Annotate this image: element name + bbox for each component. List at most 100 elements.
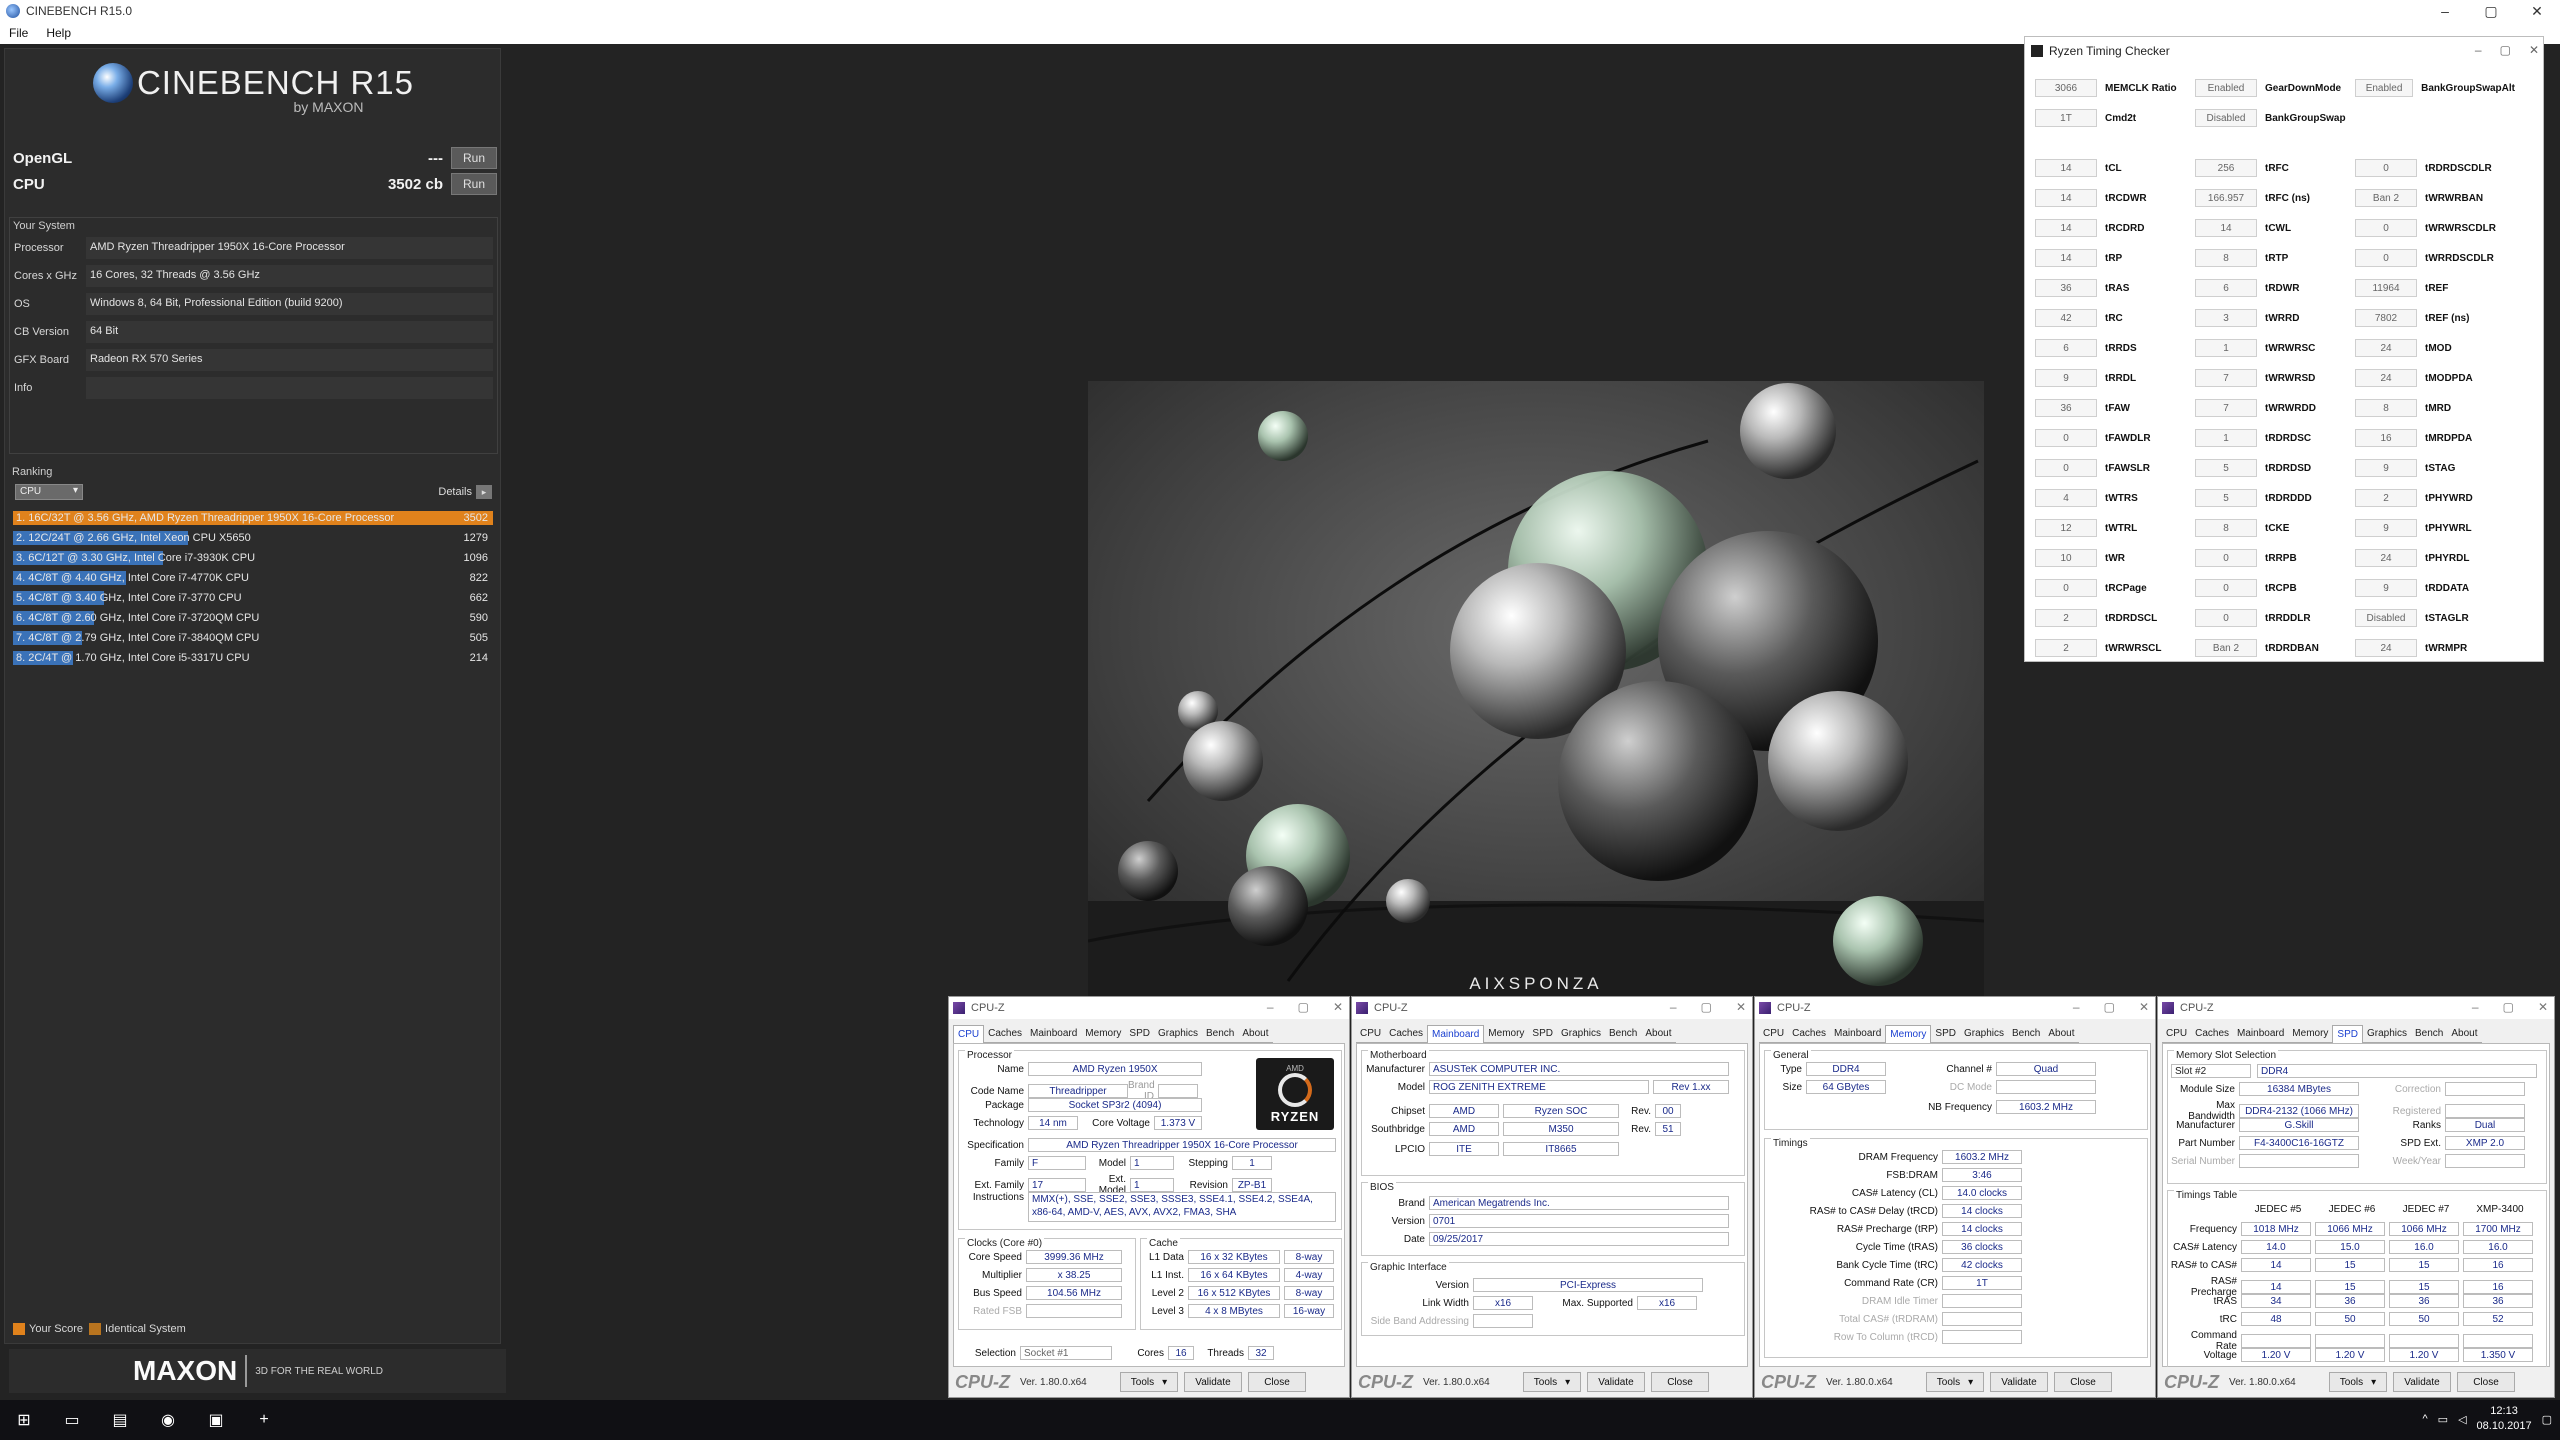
- close-button[interactable]: Close: [2054, 1372, 2112, 1392]
- tab-memory[interactable]: Memory: [2288, 1025, 2333, 1043]
- tab-graphics[interactable]: Graphics: [1153, 1025, 1202, 1043]
- cpu-run-button[interactable]: Run: [451, 173, 497, 195]
- tab-cpu[interactable]: CPU: [1356, 1025, 1386, 1043]
- tab-spd[interactable]: SPD: [1528, 1025, 1557, 1043]
- tab-memory[interactable]: Memory: [1484, 1025, 1529, 1043]
- tab-bench[interactable]: Bench: [2008, 1025, 2045, 1043]
- cinebench-taskbar-icon[interactable]: ◉: [144, 1400, 192, 1440]
- tab-mainboard[interactable]: Mainboard: [1026, 1025, 1082, 1043]
- menu-file[interactable]: File: [0, 26, 37, 40]
- tab-mainboard[interactable]: Mainboard: [2233, 1025, 2289, 1043]
- cpuz-taskbar-icon[interactable]: ▣: [192, 1400, 240, 1440]
- rtc-close-icon[interactable]: ✕: [2529, 43, 2539, 57]
- tools-button[interactable]: Tools ▾: [1523, 1372, 1581, 1392]
- cpuz-close-icon[interactable]: ✕: [2139, 1000, 2149, 1014]
- ranking-item[interactable]: 1. 16C/32T @ 3.56 GHz, AMD Ryzen Threadr…: [13, 508, 494, 528]
- tab-graphics[interactable]: Graphics: [1556, 1025, 1605, 1043]
- tab-bench[interactable]: Bench: [1202, 1025, 1239, 1043]
- minimize-icon[interactable]: –: [2422, 0, 2468, 22]
- tab-bench[interactable]: Bench: [2411, 1025, 2448, 1043]
- validate-button[interactable]: Validate: [1184, 1372, 1242, 1392]
- cpuz-minimize-icon[interactable]: –: [1267, 1000, 1274, 1014]
- tab-spd[interactable]: SPD: [2332, 1025, 2363, 1043]
- system-value[interactable]: [86, 377, 493, 399]
- cpuz-close-icon[interactable]: ✕: [1736, 1000, 1746, 1014]
- close-button[interactable]: Close: [1651, 1372, 1709, 1392]
- validate-button[interactable]: Validate: [1990, 1372, 2048, 1392]
- cpuz-maximize-icon[interactable]: ▢: [1298, 1000, 1309, 1014]
- clock[interactable]: 12:13 08.10.2017: [2477, 1404, 2532, 1434]
- menu-help[interactable]: Help: [37, 26, 80, 40]
- tray-chevron-icon[interactable]: ^: [2422, 1413, 2427, 1425]
- ranking-item[interactable]: 3. 6C/12T @ 3.30 GHz, Intel Core i7-3930…: [13, 548, 494, 568]
- maximize-icon[interactable]: ▢: [2468, 0, 2514, 22]
- tools-button[interactable]: Tools ▾: [1926, 1372, 1984, 1392]
- tab-graphics[interactable]: Graphics: [2362, 1025, 2411, 1043]
- close-button[interactable]: Close: [2457, 1372, 2515, 1392]
- tab-cpu[interactable]: CPU: [953, 1025, 985, 1043]
- rtc-row: 36 tFAW 7 tWRWRDD 8 tMRD: [2035, 393, 2539, 423]
- ranking-item[interactable]: 8. 2C/4T @ 1.70 GHz, Intel Core i5-3317U…: [13, 648, 494, 668]
- tab-spd[interactable]: SPD: [1931, 1025, 1960, 1043]
- l2-way: 8-way: [1284, 1286, 1334, 1300]
- rtc-cell: Ban 2 tWRWRBAN: [2355, 189, 2515, 207]
- package-label: Package: [985, 1099, 1024, 1111]
- task-manager-icon[interactable]: ▤: [96, 1400, 144, 1440]
- ranking-item[interactable]: 7. 4C/8T @ 2.79 GHz, Intel Core i7-3840Q…: [13, 628, 494, 648]
- crosshair-app-icon[interactable]: +: [240, 1400, 288, 1440]
- tab-caches[interactable]: Caches: [984, 1025, 1027, 1043]
- rtc-minimize-icon[interactable]: –: [2475, 43, 2482, 57]
- cpuz-maximize-icon[interactable]: ▢: [2503, 1000, 2514, 1014]
- tools-button[interactable]: Tools ▾: [2329, 1372, 2387, 1392]
- ranking-item[interactable]: 2. 12C/24T @ 2.66 GHz, Intel Xeon CPU X5…: [13, 528, 494, 548]
- system-row: Processor AMD Ryzen Threadripper 1950X 16…: [10, 234, 497, 262]
- tab-mainboard[interactable]: Mainboard: [1427, 1025, 1485, 1043]
- rtc-value: 2: [2035, 639, 2097, 657]
- tab-about[interactable]: About: [2447, 1025, 2482, 1043]
- rtc-label: tWTRS: [2105, 492, 2138, 504]
- opengl-run-button[interactable]: Run: [451, 147, 497, 169]
- validate-button[interactable]: Validate: [2393, 1372, 2451, 1392]
- tab-mainboard[interactable]: Mainboard: [1830, 1025, 1886, 1043]
- tab-cpu[interactable]: CPU: [2162, 1025, 2192, 1043]
- cpuz-maximize-icon[interactable]: ▢: [1701, 1000, 1712, 1014]
- rtc-label: tRFC: [2265, 162, 2289, 174]
- ranking-item[interactable]: 6. 4C/8T @ 2.60 GHz, Intel Core i7-3720Q…: [13, 608, 494, 628]
- details-button[interactable]: Details ▸: [438, 485, 492, 499]
- tab-about[interactable]: About: [1238, 1025, 1273, 1043]
- tab-about[interactable]: About: [2044, 1025, 2079, 1043]
- notifications-icon[interactable]: ▢: [2542, 1413, 2552, 1426]
- ranking-header: Ranking: [12, 466, 53, 478]
- tab-graphics[interactable]: Graphics: [1959, 1025, 2008, 1043]
- cpuz-close-icon[interactable]: ✕: [1333, 1000, 1343, 1014]
- tab-spd[interactable]: SPD: [1125, 1025, 1154, 1043]
- network-icon[interactable]: ▭: [2438, 1413, 2448, 1426]
- slot-select[interactable]: Slot #2: [2171, 1064, 2251, 1078]
- tools-button[interactable]: Tools ▾: [1120, 1372, 1178, 1392]
- rtc-maximize-icon[interactable]: ▢: [2500, 43, 2511, 57]
- tab-bench[interactable]: Bench: [1605, 1025, 1642, 1043]
- validate-button[interactable]: Validate: [1587, 1372, 1645, 1392]
- close-icon[interactable]: ✕: [2514, 0, 2560, 22]
- cpuz-close-icon[interactable]: ✕: [2538, 1000, 2548, 1014]
- spd-table-row: tRAS 34 36 36 36: [2169, 1294, 2537, 1308]
- tab-about[interactable]: About: [1641, 1025, 1676, 1043]
- ranking-item[interactable]: 5. 4C/8T @ 3.40 GHz, Intel Core i7-3770 …: [13, 588, 494, 608]
- cpuz-maximize-icon[interactable]: ▢: [2104, 1000, 2115, 1014]
- close-button[interactable]: Close: [1248, 1372, 1306, 1392]
- start-icon[interactable]: ⊞: [0, 1400, 48, 1440]
- ranking-item[interactable]: 4. 4C/8T @ 4.40 GHz, Intel Core i7-4770K…: [13, 568, 494, 588]
- tab-caches[interactable]: Caches: [1385, 1025, 1428, 1043]
- volume-icon[interactable]: ◁: [2458, 1413, 2466, 1426]
- cpuz-minimize-icon[interactable]: –: [2472, 1000, 2479, 1014]
- tab-memory[interactable]: Memory: [1885, 1025, 1932, 1043]
- tab-caches[interactable]: Caches: [1788, 1025, 1831, 1043]
- cpuz-minimize-icon[interactable]: –: [2073, 1000, 2080, 1014]
- tab-caches[interactable]: Caches: [2191, 1025, 2234, 1043]
- tab-cpu[interactable]: CPU: [1759, 1025, 1789, 1043]
- file-explorer-icon[interactable]: ▭: [48, 1400, 96, 1440]
- ranking-select[interactable]: CPU: [15, 484, 83, 500]
- tab-memory[interactable]: Memory: [1081, 1025, 1126, 1043]
- cpuz-minimize-icon[interactable]: –: [1670, 1000, 1677, 1014]
- socket-select[interactable]: Socket #1: [1020, 1346, 1112, 1360]
